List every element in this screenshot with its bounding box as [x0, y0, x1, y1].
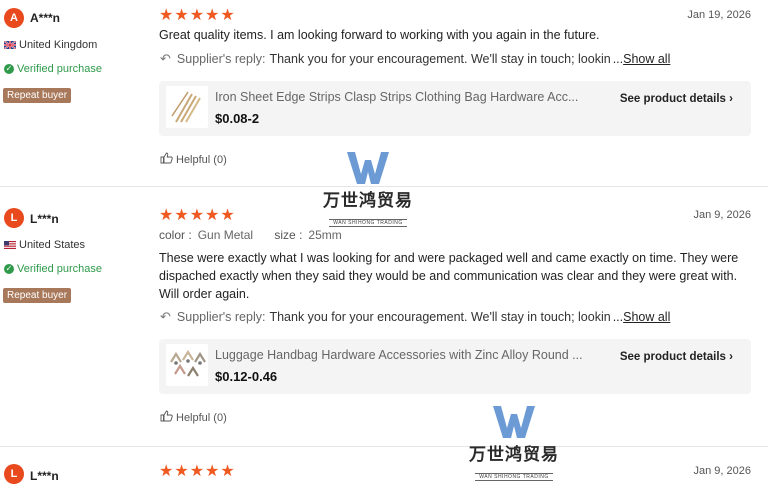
- us-flag-icon: [4, 241, 16, 249]
- star-rating: ★★★★★: [159, 7, 236, 24]
- supplier-reply: ↶ Supplier's reply: Thank you for your e…: [160, 309, 700, 325]
- avatar: L: [4, 464, 24, 484]
- watermark-logo-icon: [493, 406, 535, 438]
- review-text: Great quality items. I am looking forwar…: [159, 28, 600, 42]
- reply-label: Supplier's reply:: [176, 52, 266, 66]
- helpful-button[interactable]: Helpful (0): [160, 152, 227, 167]
- reviewer-name: A***n: [30, 11, 61, 25]
- product-thumbnail: [166, 344, 208, 386]
- watermark: 万世鸿贸易 WAN SHIHONG TRADING: [313, 150, 423, 229]
- chevron-right-icon: ›: [729, 93, 733, 105]
- chevron-right-icon: ›: [729, 351, 733, 363]
- watermark-chinese: 万世鸿贸易: [323, 191, 413, 211]
- show-all-link[interactable]: ...Show all: [613, 310, 671, 324]
- product-attributes: color : Gun Metal size : 25mm: [159, 228, 360, 242]
- avatar: A: [4, 8, 24, 28]
- see-product-details-link[interactable]: See product details ›: [620, 351, 733, 363]
- country-label: United States: [19, 239, 86, 251]
- verified-label: Verified purchase: [17, 263, 102, 275]
- watermark-logo-icon: [347, 152, 389, 184]
- review-date: Jan 9, 2026: [693, 209, 752, 221]
- thumbs-up-icon: [160, 152, 173, 167]
- see-product-details-link[interactable]: See product details ›: [620, 93, 733, 105]
- product-title[interactable]: Iron Sheet Edge Strips Clasp Strips Clot…: [215, 90, 605, 104]
- verified-purchase: ✓ Verified purchase: [4, 263, 102, 275]
- product-thumbnail: [166, 86, 208, 128]
- product-price: $0.08-2: [215, 111, 260, 126]
- reviewer-country: United States: [4, 239, 85, 251]
- avatar: L: [4, 208, 24, 228]
- watermark: 万世鸿贸易 WAN SHIHONG TRADING: [459, 404, 569, 483]
- check-icon: ✓: [4, 64, 14, 74]
- watermark-english: WAN SHIHONG TRADING: [329, 219, 407, 227]
- show-all-link[interactable]: ...Show all: [613, 52, 671, 66]
- thumbs-up-icon: [160, 410, 173, 425]
- review-date: Jan 19, 2026: [687, 9, 751, 21]
- reviewer-country: United Kingdom: [4, 39, 97, 51]
- review-date: Jan 9, 2026: [693, 465, 752, 477]
- repeat-buyer-badge: Repeat buyer: [3, 88, 72, 103]
- reviewer-name: L***n: [30, 212, 59, 226]
- reply-arrow-icon: ↶: [160, 309, 171, 324]
- helpful-label: Helpful (0): [176, 153, 227, 166]
- uk-flag-icon: [4, 41, 16, 49]
- check-icon: ✓: [4, 264, 14, 274]
- reply-text: Thank you for your encouragement. We'll …: [269, 52, 611, 66]
- watermark-chinese: 万世鸿贸易: [469, 445, 559, 465]
- color-attr-value: Gun Metal: [197, 228, 254, 242]
- product-title[interactable]: Luggage Handbag Hardware Accessories wit…: [215, 348, 605, 362]
- watermark-english: WAN SHIHONG TRADING: [475, 473, 553, 481]
- helpful-button[interactable]: Helpful (0): [160, 410, 227, 425]
- product-card[interactable]: Iron Sheet Edge Strips Clasp Strips Clot…: [159, 81, 751, 136]
- supplier-reply: ↶ Supplier's reply: Thank you for your e…: [160, 51, 700, 67]
- size-attr-label: size :: [274, 228, 303, 242]
- color-attr-label: color :: [159, 228, 192, 242]
- star-rating: ★★★★★: [159, 207, 236, 224]
- reply-arrow-icon: ↶: [160, 51, 171, 66]
- divider: [0, 446, 768, 447]
- reply-text: Thank you for your encouragement. We'll …: [269, 310, 611, 324]
- verified-purchase: ✓ Verified purchase: [4, 63, 102, 75]
- product-card[interactable]: Luggage Handbag Hardware Accessories wit…: [159, 339, 751, 394]
- size-attr-value: 25mm: [308, 228, 342, 242]
- verified-label: Verified purchase: [17, 63, 102, 75]
- product-price: $0.12-0.46: [215, 369, 278, 384]
- reviewer-name: L***n: [30, 469, 59, 483]
- reply-label: Supplier's reply:: [176, 310, 266, 324]
- star-rating: ★★★★★: [159, 463, 236, 480]
- review-text: These were exactly what I was looking fo…: [159, 251, 739, 301]
- country-label: United Kingdom: [19, 39, 98, 51]
- helpful-label: Helpful (0): [176, 411, 227, 424]
- repeat-buyer-badge: Repeat buyer: [3, 288, 72, 303]
